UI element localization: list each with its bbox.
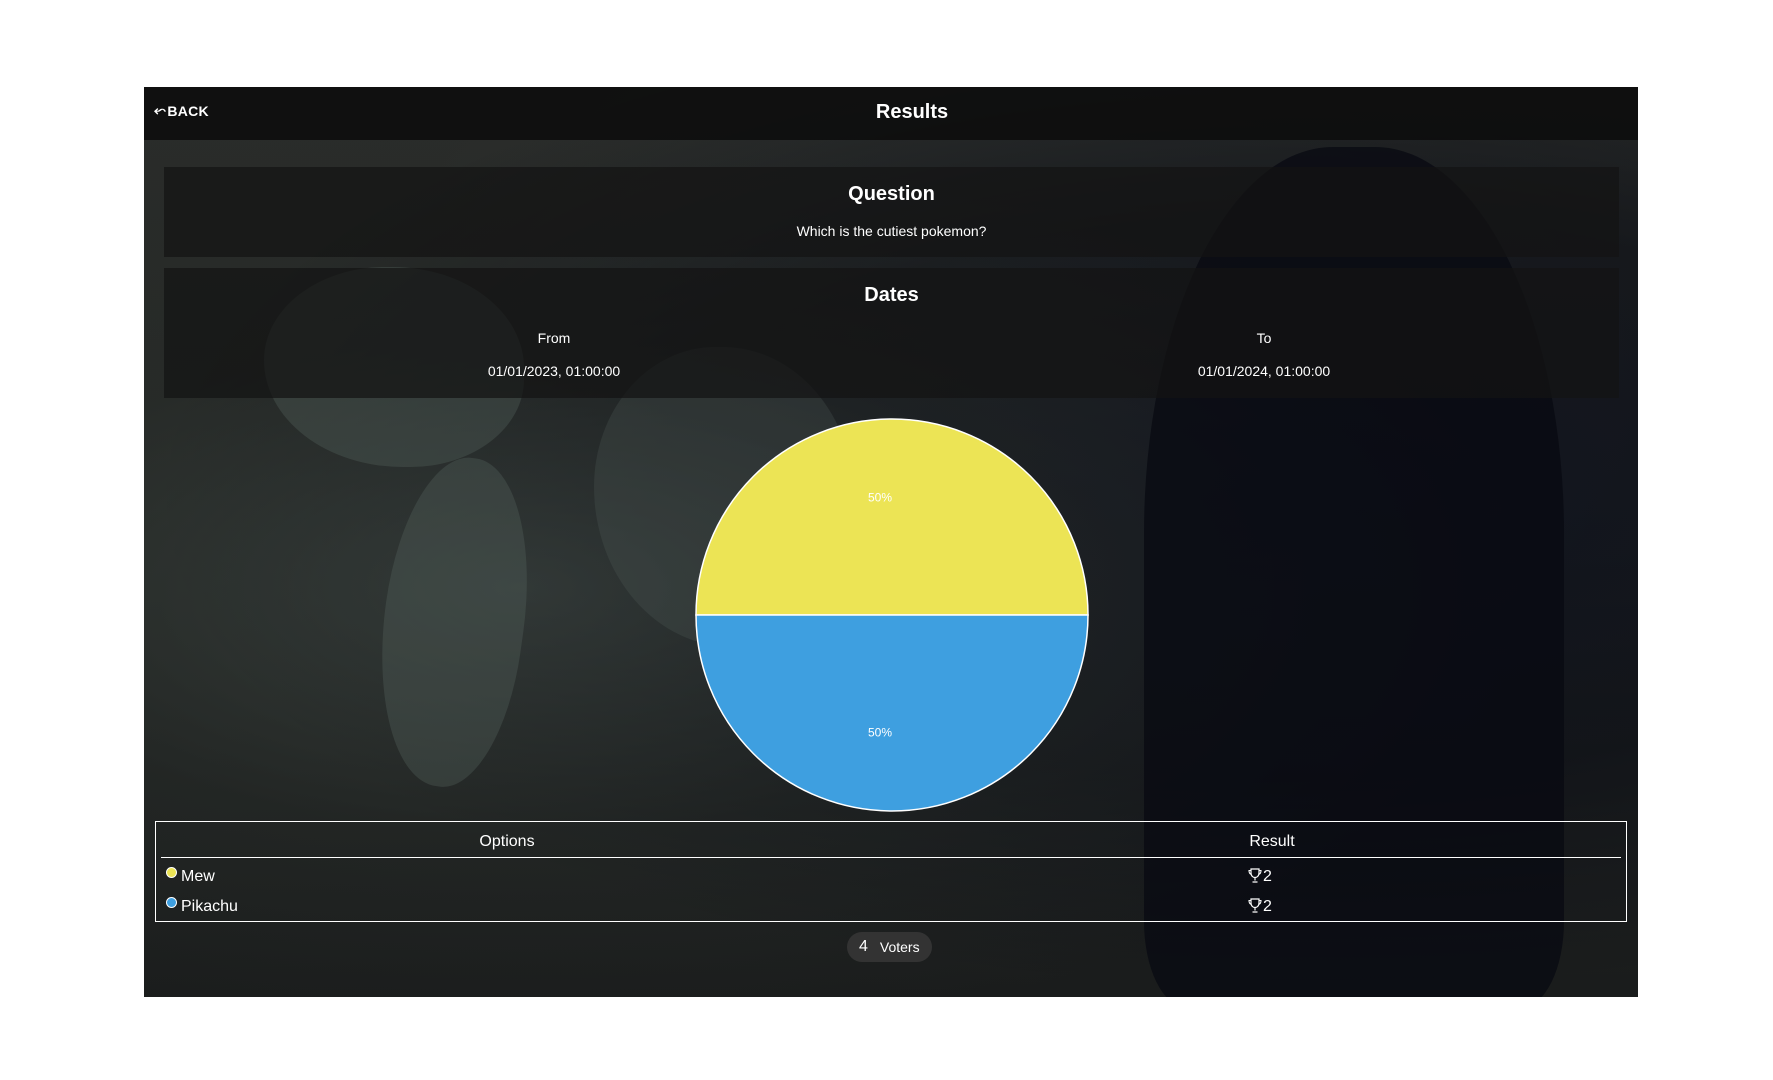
results-table: Options Result Mew 2 Pikachu 2 <box>155 821 1627 922</box>
pie-chart-svg: 50% 50% <box>695 418 1089 812</box>
result-cell: 2 <box>1248 898 1272 916</box>
option-label: Mew <box>181 868 215 885</box>
voters-count: 4 <box>859 938 868 955</box>
result-cell: 2 <box>1248 868 1272 886</box>
pie-slice-label: 50% <box>868 726 892 740</box>
result-value: 2 <box>1263 868 1272 885</box>
options-column-header: Options <box>479 833 535 850</box>
table-row: Pikachu 2 <box>166 894 1621 920</box>
to-label: To <box>1256 330 1272 346</box>
table-header: Options Result <box>161 822 1621 858</box>
color-dot-icon <box>166 867 177 878</box>
voters-label: Voters <box>879 939 920 955</box>
to-date: To 01/01/2024, 01:00:00 <box>1064 330 1464 379</box>
trophy-icon <box>1248 898 1262 913</box>
background-map-decoration <box>361 448 547 796</box>
table-row: Mew 2 <box>166 864 1621 890</box>
voters-badge: 4 Voters <box>847 932 932 962</box>
question-text: Which is the cutiest pokemon? <box>796 223 987 239</box>
results-screen: ⬿ BACK Results Question Which is the cut… <box>144 87 1638 997</box>
option-label: Pikachu <box>181 898 238 915</box>
result-column-header: Result <box>1249 833 1295 850</box>
dates-panel: Dates From 01/01/2023, 01:00:00 To 01/01… <box>164 268 1619 398</box>
pie-slice-mew <box>695 418 1089 616</box>
to-value: 01/01/2024, 01:00:00 <box>1197 363 1331 379</box>
results-pie-chart: 50% 50% <box>694 417 1090 813</box>
top-bar: ⬿ BACK Results <box>144 87 1638 140</box>
from-value: 01/01/2023, 01:00:00 <box>487 363 621 379</box>
from-date: From 01/01/2023, 01:00:00 <box>354 330 754 379</box>
pie-slice-pikachu <box>695 614 1089 812</box>
question-heading: Question <box>848 183 935 205</box>
color-dot-icon <box>166 897 177 908</box>
trophy-icon <box>1248 868 1262 883</box>
result-value: 2 <box>1263 898 1272 915</box>
pie-slice-label: 50% <box>868 490 892 504</box>
from-label: From <box>537 330 571 346</box>
page-title: Results <box>875 101 949 123</box>
dates-heading: Dates <box>864 284 919 306</box>
question-panel: Question Which is the cutiest pokemon? <box>164 167 1619 257</box>
